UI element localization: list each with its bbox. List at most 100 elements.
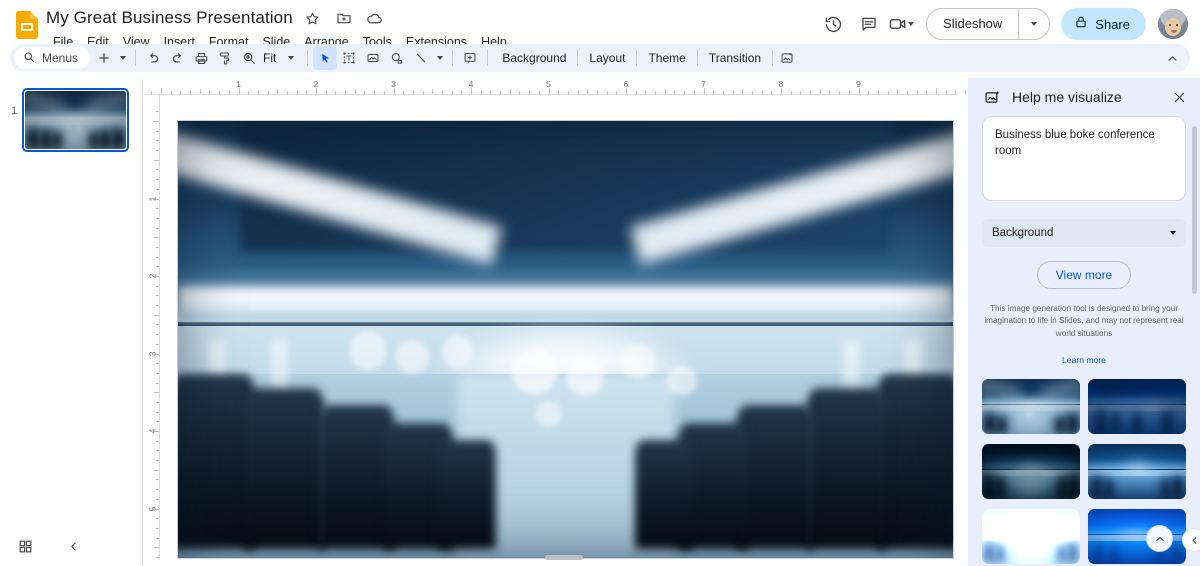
ruler-tick (155, 246, 159, 248)
text-box-icon[interactable] (337, 46, 361, 70)
generate-image-icon[interactable] (775, 46, 799, 70)
horizontal-ruler[interactable]: 1 2 3 4 5 6 7 8 9 (143, 78, 968, 95)
view-more-button[interactable]: View more (1036, 261, 1132, 289)
ruler-tick (451, 90, 453, 94)
title-bar-actions: Slideshow Share (816, 6, 1190, 42)
divider (577, 50, 579, 66)
ruler-tick (277, 89, 279, 94)
slides-logo-icon[interactable] (14, 8, 40, 42)
filmstrip-footer (0, 526, 142, 566)
scroll-to-top-button[interactable] (1146, 525, 1173, 552)
zoom-icon[interactable] (237, 46, 261, 70)
add-slide-icon[interactable] (92, 46, 116, 70)
ruler-tick (732, 90, 734, 94)
ruler-tick (829, 90, 831, 94)
zoom-level-value[interactable]: Fit (261, 51, 280, 65)
line-chevron-down-icon[interactable] (433, 46, 447, 70)
ruler-tick (155, 460, 159, 462)
help-me-visualize-panel: Help me visualize Business blue boke con… (968, 78, 1200, 566)
result-thumbnail-3[interactable] (982, 443, 1080, 499)
paint-format-icon[interactable] (213, 46, 237, 70)
panel-content: Business blue boke conference room Backg… (968, 116, 1200, 566)
add-slide-chevron-down-icon[interactable] (116, 46, 130, 70)
share-label: Share (1095, 16, 1130, 32)
panel-collapse-chevron-left-icon[interactable] (1182, 528, 1200, 552)
result-thumbnail-5[interactable] (982, 508, 1080, 564)
ruler-label: 3 (391, 79, 396, 89)
horizontal-scrollbar[interactable] (545, 555, 583, 560)
slideshow-button[interactable]: Slideshow (926, 8, 1051, 40)
ruler-tick (180, 90, 182, 94)
redo-icon[interactable] (165, 46, 189, 70)
ruler-tick (155, 411, 159, 413)
present-camera-icon[interactable] (888, 14, 916, 34)
undo-icon[interactable] (141, 46, 165, 70)
vertical-ruler[interactable]: 1 2 3 4 5 (143, 95, 160, 566)
shape-icon[interactable] (385, 46, 409, 70)
ruler-tick (248, 90, 250, 94)
ruler-tick (877, 90, 879, 94)
ruler-tick (965, 90, 967, 94)
close-icon[interactable] (1166, 84, 1192, 110)
user-avatar[interactable] (1158, 9, 1188, 39)
divider (135, 50, 137, 66)
prompt-input[interactable]: Business blue boke conference room (982, 116, 1186, 201)
ruler-label: 1 (236, 79, 241, 89)
ruler-tick (345, 90, 347, 94)
slideshow-options-chevron-down-icon[interactable] (1019, 22, 1049, 26)
slide-thumbnail-1[interactable] (22, 88, 129, 152)
ruler-tick (155, 489, 159, 491)
slide-thumbnail-row[interactable]: 1 (0, 88, 142, 152)
ruler-label: 2 (147, 273, 158, 279)
transition-button[interactable]: Transition (700, 48, 770, 68)
ruler-tick (267, 90, 269, 94)
version-history-icon[interactable] (816, 7, 850, 41)
ruler-tick (155, 421, 159, 423)
zoom-chevron-down-icon[interactable] (280, 46, 302, 70)
result-thumbnail-4[interactable] (1088, 443, 1186, 499)
background-button[interactable]: Background (493, 48, 575, 68)
menus-search-button[interactable]: Menus (14, 47, 91, 69)
title-row: My Great Business Presentation (46, 6, 816, 30)
print-icon[interactable] (189, 46, 213, 70)
document-title[interactable]: My Great Business Presentation (46, 8, 293, 28)
result-thumbnail-1[interactable] (982, 378, 1080, 434)
line-icon[interactable] (409, 46, 433, 70)
slide-canvas[interactable] (178, 121, 953, 558)
comment-icon[interactable] (458, 46, 482, 70)
theme-button[interactable]: Theme (639, 48, 694, 68)
grid-view-icon[interactable] (14, 535, 36, 557)
layout-button[interactable]: Layout (580, 48, 634, 68)
share-button[interactable]: Share (1061, 8, 1146, 40)
insert-image-icon[interactable] (361, 46, 385, 70)
ruler-tick (154, 392, 159, 394)
select-tool-icon[interactable] (313, 46, 338, 70)
chevron-down-icon (1170, 231, 1176, 235)
panel-scrollbar[interactable] (1192, 126, 1197, 294)
style-select[interactable]: Background (982, 219, 1186, 247)
learn-more-link[interactable]: Learn more (1062, 355, 1106, 365)
ruler-tick (154, 237, 159, 239)
title-bar: My Great Business Presentation File Edit… (0, 0, 1200, 49)
comment-icon[interactable] (852, 7, 886, 41)
ruler-tick (154, 159, 159, 161)
conference-room-image[interactable] (178, 121, 953, 558)
toolbar-collapse-chevron-up-icon[interactable] (1160, 46, 1184, 70)
chevron-down-icon[interactable] (908, 22, 915, 26)
ruler-tick (155, 450, 159, 452)
ruler-tick (596, 90, 598, 94)
collapse-left-icon[interactable] (62, 535, 84, 557)
cloud-saved-icon[interactable] (364, 7, 386, 29)
slide-stage[interactable] (160, 95, 968, 566)
ruler-tick (587, 89, 589, 94)
disclaimer-text: This image generation tool is designed t… (984, 304, 1184, 338)
result-thumbnail-2[interactable] (1088, 378, 1186, 434)
ruler-label: 6 (623, 79, 629, 89)
ruler-tick (645, 90, 647, 94)
ruler-tick (480, 90, 482, 94)
ruler-tick (509, 89, 511, 94)
ruler-tick (490, 90, 492, 94)
move-to-folder-icon[interactable] (333, 7, 355, 29)
divider (772, 50, 774, 66)
star-icon[interactable] (302, 7, 324, 29)
